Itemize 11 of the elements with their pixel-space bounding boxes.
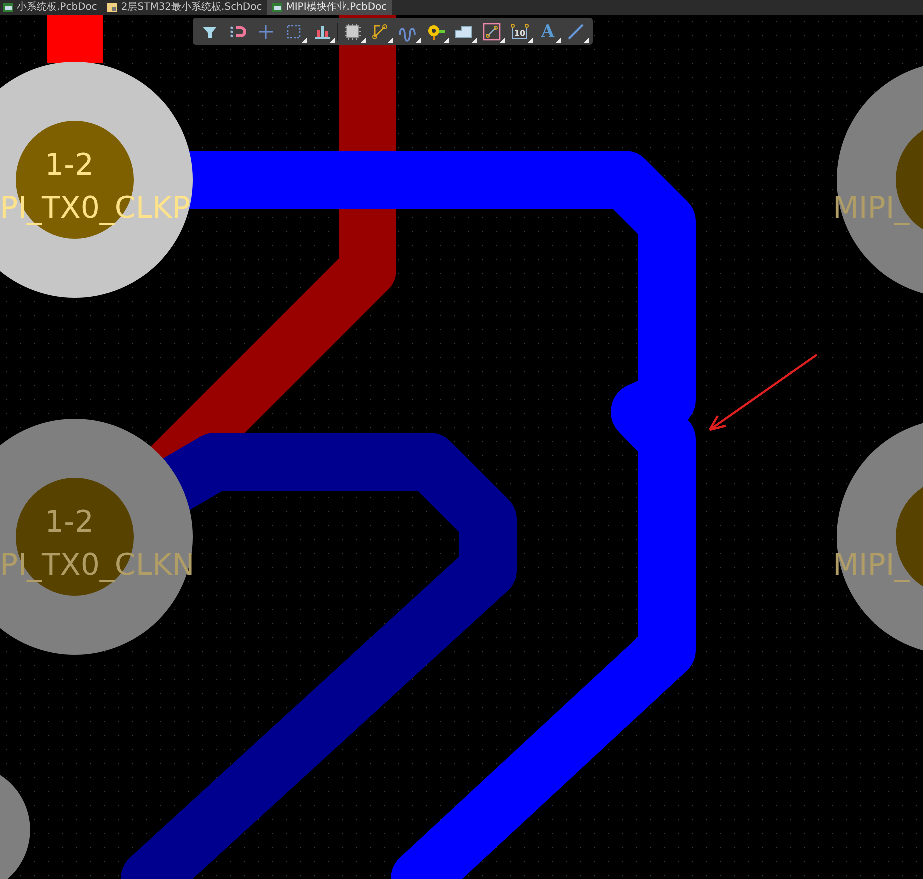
pad-number: 1-2	[45, 150, 94, 182]
chip-icon	[342, 22, 363, 42]
document-tab[interactable]: MIPI模块作业.PcbDoc	[267, 0, 392, 15]
text-tool-button[interactable]: A	[535, 20, 561, 44]
pad-number: 1-2	[45, 507, 94, 539]
schematic-doc-icon	[107, 2, 118, 12]
pcb-doc-icon	[272, 2, 284, 12]
line-icon	[566, 22, 586, 42]
route-icon	[370, 22, 390, 42]
pcb-doc-icon	[3, 2, 14, 12]
diff-pair-icon	[482, 22, 502, 42]
